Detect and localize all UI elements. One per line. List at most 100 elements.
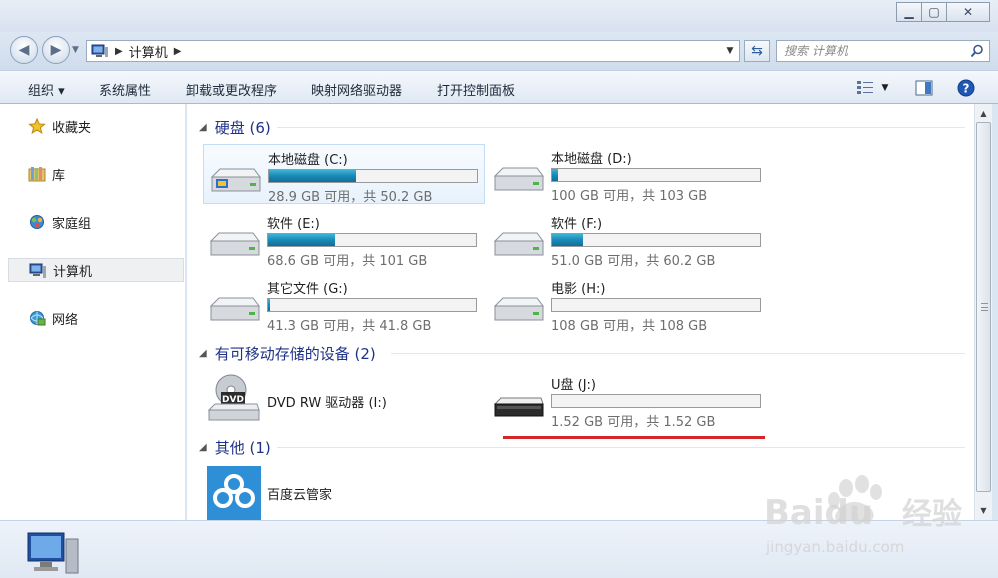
address-bar[interactable]: ▶ 计算机 ▶ ▼ <box>86 40 740 62</box>
drive-space-text: 51.0 GB 可用，共 60.2 GB <box>551 254 716 269</box>
usage-bar <box>268 169 478 183</box>
drive-item[interactable]: 本地磁盘 (D:) 100 GB 可用，共 103 GB <box>487 144 769 204</box>
sidebar-item-network[interactable]: 网络 <box>8 306 184 330</box>
refresh-icon: ⇆ <box>751 43 763 59</box>
sidebar-item-label: 计算机 <box>53 264 93 280</box>
search-input[interactable] <box>784 44 964 58</box>
open-control-panel-button[interactable]: 打开控制面板 <box>437 80 515 99</box>
chevron-down-icon: ▼ <box>881 83 889 93</box>
minimize-button[interactable]: ▁ <box>896 2 922 22</box>
sidebar-item-label: 收藏夹 <box>52 120 92 136</box>
drive-name: DVD RW 驱动器 (I:) <box>267 396 387 411</box>
breadcrumb-item-computer[interactable]: 计算机 <box>129 42 168 61</box>
sidebar-item-label: 家庭组 <box>52 216 92 232</box>
forward-button[interactable]: ▶ <box>42 36 70 64</box>
recent-pages-dropdown[interactable]: ▼ <box>72 45 79 55</box>
drive-name: 软件 (F:) <box>551 217 603 232</box>
drive-space-text: 100 GB 可用，共 103 GB <box>551 189 708 204</box>
usage-bar <box>551 233 761 247</box>
sidebar-item-favorites[interactable]: 收藏夹 <box>8 114 184 138</box>
close-button[interactable]: ✕ <box>946 2 990 22</box>
homegroup-icon <box>30 215 44 229</box>
hard-drive-icon <box>210 168 261 192</box>
usage-bar-fill <box>269 170 357 182</box>
drive-item[interactable]: 软件 (E:) 68.6 GB 可用，共 101 GB <box>203 209 485 269</box>
sidebar-item-libraries[interactable]: 库 <box>8 162 184 186</box>
refresh-button[interactable]: ⇆ <box>744 40 770 62</box>
usage-bar-fill <box>268 234 335 246</box>
scroll-up-button[interactable]: ▲ <box>975 105 992 121</box>
title-bar: ▁ ▢ ✕ <box>0 0 998 32</box>
drive-item[interactable]: 软件 (F:) 51.0 GB 可用，共 60.2 GB <box>487 209 769 269</box>
vertical-scrollbar[interactable]: ▲ ▼ <box>974 104 992 520</box>
item-name: 百度云管家 <box>267 488 333 503</box>
group-other[interactable]: ◢ 其他 (1) <box>199 437 271 458</box>
svg-text:?: ? <box>963 82 970 96</box>
usage-bar-fill <box>268 299 271 311</box>
usb-drive-icon <box>493 397 544 417</box>
breadcrumb-separator[interactable]: ▶ <box>174 46 182 57</box>
group-divider <box>277 447 965 448</box>
network-icon <box>30 311 46 326</box>
organize-menu[interactable]: 组织 ▾ <box>28 80 65 99</box>
minimize-icon: ▁ <box>904 5 914 19</box>
system-properties-button[interactable]: 系统属性 <box>99 80 151 99</box>
drive-name: U盘 (J:) <box>551 378 597 393</box>
drive-name: 软件 (E:) <box>267 217 320 232</box>
sidebar-item-label: 网络 <box>52 312 79 328</box>
group-divider <box>391 353 965 354</box>
usage-bar <box>267 233 477 247</box>
address-row: ◀ ▶ ▼ ▶ 计算机 ▶ ▼ ⇆ <box>0 32 998 70</box>
maximize-button[interactable]: ▢ <box>921 2 947 22</box>
uninstall-program-button[interactable]: 卸载或更改程序 <box>186 80 277 99</box>
view-options-button[interactable]: ▼ <box>852 77 892 99</box>
scroll-thumb[interactable] <box>976 122 991 492</box>
group-hard-disks[interactable]: ◢ 硬盘 (6) <box>199 117 271 138</box>
collapse-arrow-icon: ◢ <box>199 442 207 453</box>
back-button[interactable]: ◀ <box>10 36 38 64</box>
group-title: 其他 (1) <box>214 439 271 457</box>
drive-space-text: 41.3 GB 可用，共 41.8 GB <box>267 319 432 334</box>
dvd-drive-icon: DVD <box>207 374 260 421</box>
collapse-arrow-icon: ◢ <box>199 122 207 133</box>
drive-name: 本地磁盘 (C:) <box>268 153 348 168</box>
group-removable[interactable]: ◢ 有可移动存储的设备 (2) <box>199 343 376 364</box>
dvd-drive-item[interactable]: DVD DVD RW 驱动器 (I:) <box>203 370 485 430</box>
highlight-underline <box>503 436 765 439</box>
drive-item[interactable]: 其它文件 (G:) 41.3 GB 可用，共 41.8 GB <box>203 274 485 334</box>
address-dropdown[interactable]: ▼ <box>721 41 739 61</box>
sidebar-item-homegroup[interactable]: 家庭组 <box>8 210 184 234</box>
usage-bar <box>551 298 761 312</box>
hard-drive-icon <box>493 167 544 191</box>
scroll-grip-icon <box>981 303 988 311</box>
drive-space-text: 68.6 GB 可用，共 101 GB <box>267 254 428 269</box>
maximize-icon: ▢ <box>928 5 940 19</box>
breadcrumb-separator[interactable]: ▶ <box>115 46 123 57</box>
drive-name: 其它文件 (G:) <box>267 282 348 297</box>
view-list-icon <box>856 81 873 94</box>
sidebar-item-computer[interactable]: 计算机 <box>8 258 184 282</box>
preview-pane-button[interactable] <box>912 77 936 99</box>
drive-item[interactable]: 电影 (H:) 108 GB 可用，共 108 GB <box>487 274 769 334</box>
help-button[interactable]: ? <box>954 77 978 99</box>
drive-space-text: 28.9 GB 可用，共 50.2 GB <box>268 190 433 205</box>
scroll-down-button[interactable]: ▼ <box>975 502 992 518</box>
star-icon <box>28 118 46 134</box>
usb-drive-item[interactable]: U盘 (J:) 1.52 GB 可用，共 1.52 GB <box>487 370 769 430</box>
map-network-drive-button[interactable]: 映射网络驱动器 <box>311 80 402 99</box>
baidu-cloud-item[interactable]: 百度云管家 <box>203 464 485 520</box>
usage-bar <box>551 394 761 408</box>
back-arrow-icon: ◀ <box>18 42 30 58</box>
drive-name: 本地磁盘 (D:) <box>551 152 632 167</box>
hard-drive-icon <box>493 232 544 256</box>
preview-pane-icon <box>915 80 933 96</box>
hard-drive-icon <box>209 297 260 321</box>
drive-space-text: 108 GB 可用，共 108 GB <box>551 319 708 334</box>
close-icon: ✕ <box>962 5 974 19</box>
search-icon[interactable] <box>970 44 984 58</box>
drive-space-text: 1.52 GB 可用，共 1.52 GB <box>551 415 716 430</box>
usage-bar <box>267 298 477 312</box>
drive-item[interactable]: 本地磁盘 (C:) 28.9 GB 可用，共 50.2 GB <box>203 144 485 205</box>
help-icon: ? <box>957 79 975 97</box>
navigation-pane: 收藏夹 库 家庭组 计算机 网络 <box>0 104 186 520</box>
